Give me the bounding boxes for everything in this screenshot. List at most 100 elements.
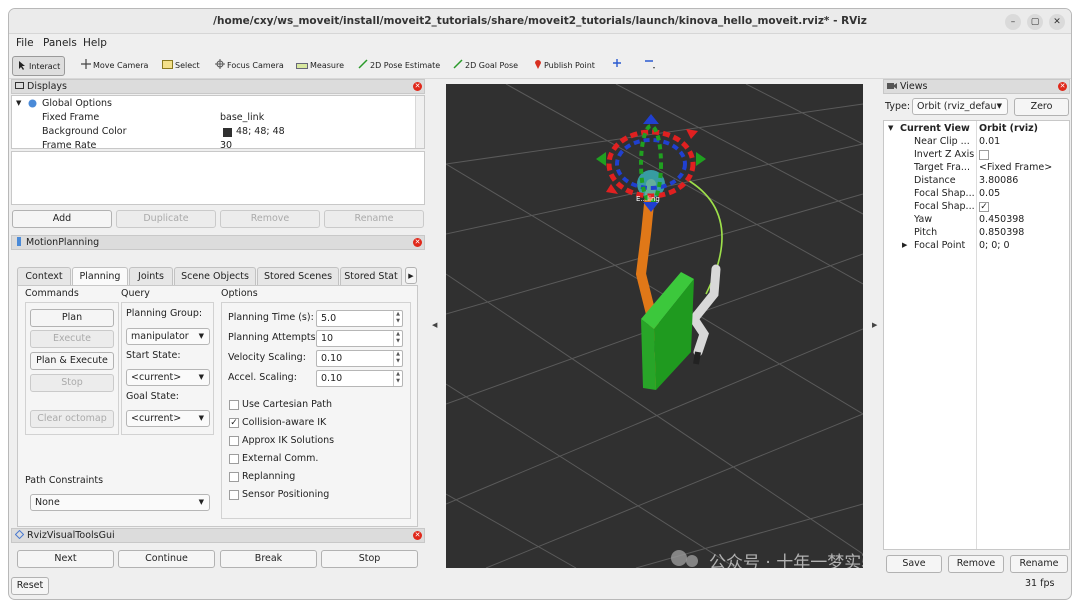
close-panel-icon[interactable]: ✕ [1058,82,1067,91]
rename-display-button[interactable]: Rename [324,210,424,228]
goal-pose-tool[interactable]: 2D Goal Pose [453,56,518,76]
accel-scaling-input[interactable]: 0.10 ▲ ▼ [316,370,403,387]
zero-view-button[interactable]: Zero [1014,98,1069,116]
remove-view-button[interactable]: Remove [948,555,1004,573]
rename-view-button[interactable]: Rename [1010,555,1068,573]
spin-arrows-icon[interactable]: ▲ ▼ [393,311,402,326]
view-prop-label: Focal Point [914,240,966,251]
external-comm-checkbox[interactable] [229,454,239,464]
path-constraints-select[interactable]: None ▼ [30,494,210,511]
minimize-button[interactable]: – [1005,14,1021,30]
menu-help[interactable]: Help [83,37,107,49]
global-options-label[interactable]: Global Options [42,98,112,109]
measure-tool[interactable]: Measure [296,56,344,76]
color-swatch[interactable] [223,128,232,137]
tab-scene-objects[interactable]: Scene Objects [174,267,256,285]
add-display-button[interactable]: Add [12,210,112,228]
view-prop-label: Distance [914,175,956,186]
break-button[interactable]: Break [220,550,317,568]
clear-octomap-button[interactable]: Clear octomap [30,410,114,428]
goal-state-select[interactable]: <current> ▼ [126,410,210,427]
expand-arrow-icon[interactable]: ▼ [888,124,893,132]
background-color-value[interactable]: 48; 48; 48 [236,126,285,137]
reset-button[interactable]: Reset [11,577,49,595]
fixed-frame-value[interactable]: base_link [220,112,264,123]
collapse-right-icon[interactable]: ▶ [872,321,877,329]
tab-stored-scenes[interactable]: Stored Scenes [257,267,339,285]
planning-tab-content: Commands Query Options Plan Execute Plan… [17,285,418,527]
close-window-button[interactable]: ✕ [1049,14,1065,30]
next-button[interactable]: Next [17,550,114,568]
close-panel-icon[interactable]: ✕ [413,238,422,247]
green-arrow-icon [358,59,368,69]
pose-estimate-tool[interactable]: 2D Pose Estimate [358,56,440,76]
approx-ik-checkbox[interactable] [229,436,239,446]
save-view-button[interactable]: Save [886,555,942,573]
chevron-down-icon: ▼ [198,373,204,381]
tab-scroll-right-button[interactable]: ▶ [405,267,417,284]
view-prop-label: Invert Z Axis [914,149,975,160]
invert-z-checkbox[interactable] [979,150,989,160]
plan-button[interactable]: Plan [30,309,114,327]
current-view-value[interactable]: Orbit (rviz) [979,123,1038,134]
maximize-button[interactable]: ▢ [1027,14,1043,30]
continue-button[interactable]: Continue [118,550,215,568]
view-prop-value[interactable]: 0.01 [979,136,1000,147]
planning-attempts-input[interactable]: 10 ▲ ▼ [316,330,403,347]
move-camera-tool[interactable]: Move Camera [81,56,148,76]
displays-scrollbar[interactable] [415,96,424,148]
publish-point-tool[interactable]: Publish Point [534,56,595,76]
view-prop-value[interactable]: 0; 0; 0 [979,240,1010,251]
add-tool-button[interactable] [612,56,622,76]
expand-arrow-icon[interactable]: ▶ [902,241,907,249]
tab-context[interactable]: Context [17,267,71,285]
replanning-checkbox[interactable] [229,472,239,482]
velocity-scaling-input[interactable]: 0.10 ▲ ▼ [316,350,403,367]
watermark-text: 公众号 · 十年一梦实验室 [709,553,863,568]
3d-viewport[interactable]: E...ling 公众号 · 十年一梦实验室 [446,84,863,568]
planning-group-select[interactable]: manipulator ▼ [126,328,210,345]
rviz-stop-button[interactable]: Stop [321,550,418,568]
view-prop-label: Focal Shap... [914,201,975,212]
rviz-window: /home/cxy/ws_moveit/install/moveit2_tuto… [8,8,1072,600]
view-prop-value[interactable]: 3.80086 [979,175,1018,186]
view-prop-value[interactable]: 0.05 [979,188,1000,199]
view-prop-value[interactable]: <Fixed Frame> [979,162,1052,173]
tab-stored-states[interactable]: Stored Stat [340,267,402,285]
view-prop-value[interactable]: 0.450398 [979,214,1024,225]
view-prop-value[interactable]: 0.850398 [979,227,1024,238]
close-panel-icon[interactable]: ✕ [413,82,422,91]
interact-tool[interactable]: Interact [12,56,66,76]
remove-tool-button[interactable] [644,56,656,76]
view-prop-label: Near Clip ... [914,136,970,147]
render-canvas[interactable]: E...ling 公众号 · 十年一梦实验室 [446,84,863,568]
cartesian-path-checkbox[interactable] [229,400,239,410]
collapse-left-icon[interactable]: ◀ [432,321,437,329]
duplicate-display-button[interactable]: Duplicate [116,210,216,228]
execute-button[interactable]: Execute [30,330,114,348]
stop-button[interactable]: Stop [30,374,114,392]
velocity-scaling-label: Velocity Scaling: [228,352,306,363]
menu-file[interactable]: File [16,37,34,49]
chevron-down-icon: ▼ [198,414,204,422]
select-tool[interactable]: Select [162,56,200,76]
focal-shape-checkbox[interactable]: ✓ [979,202,989,212]
collision-ik-checkbox[interactable]: ✓ [229,418,239,428]
current-view-label[interactable]: Current View [900,123,970,134]
spin-arrows-icon[interactable]: ▲ ▼ [393,371,402,386]
close-panel-icon[interactable]: ✕ [413,531,422,540]
remove-display-button[interactable]: Remove [220,210,320,228]
tab-joints[interactable]: Joints [129,267,173,285]
start-state-select[interactable]: <current> ▼ [126,369,210,386]
spin-arrows-icon[interactable]: ▲ ▼ [393,351,402,366]
menu-panels[interactable]: Panels [43,37,77,49]
tab-planning[interactable]: Planning [72,267,128,286]
frame-rate-value[interactable]: 30 [220,140,232,148]
planning-time-input[interactable]: 5.0 ▲ ▼ [316,310,403,327]
focus-camera-tool[interactable]: Focus Camera [215,56,284,76]
spin-arrows-icon[interactable]: ▲ ▼ [393,331,402,346]
expand-arrow-icon[interactable]: ▼ [16,99,21,107]
sensor-positioning-checkbox[interactable] [229,490,239,500]
view-type-select[interactable]: Orbit (rviz_defau ▼ [912,98,1008,115]
plan-execute-button[interactable]: Plan & Execute [30,352,114,370]
